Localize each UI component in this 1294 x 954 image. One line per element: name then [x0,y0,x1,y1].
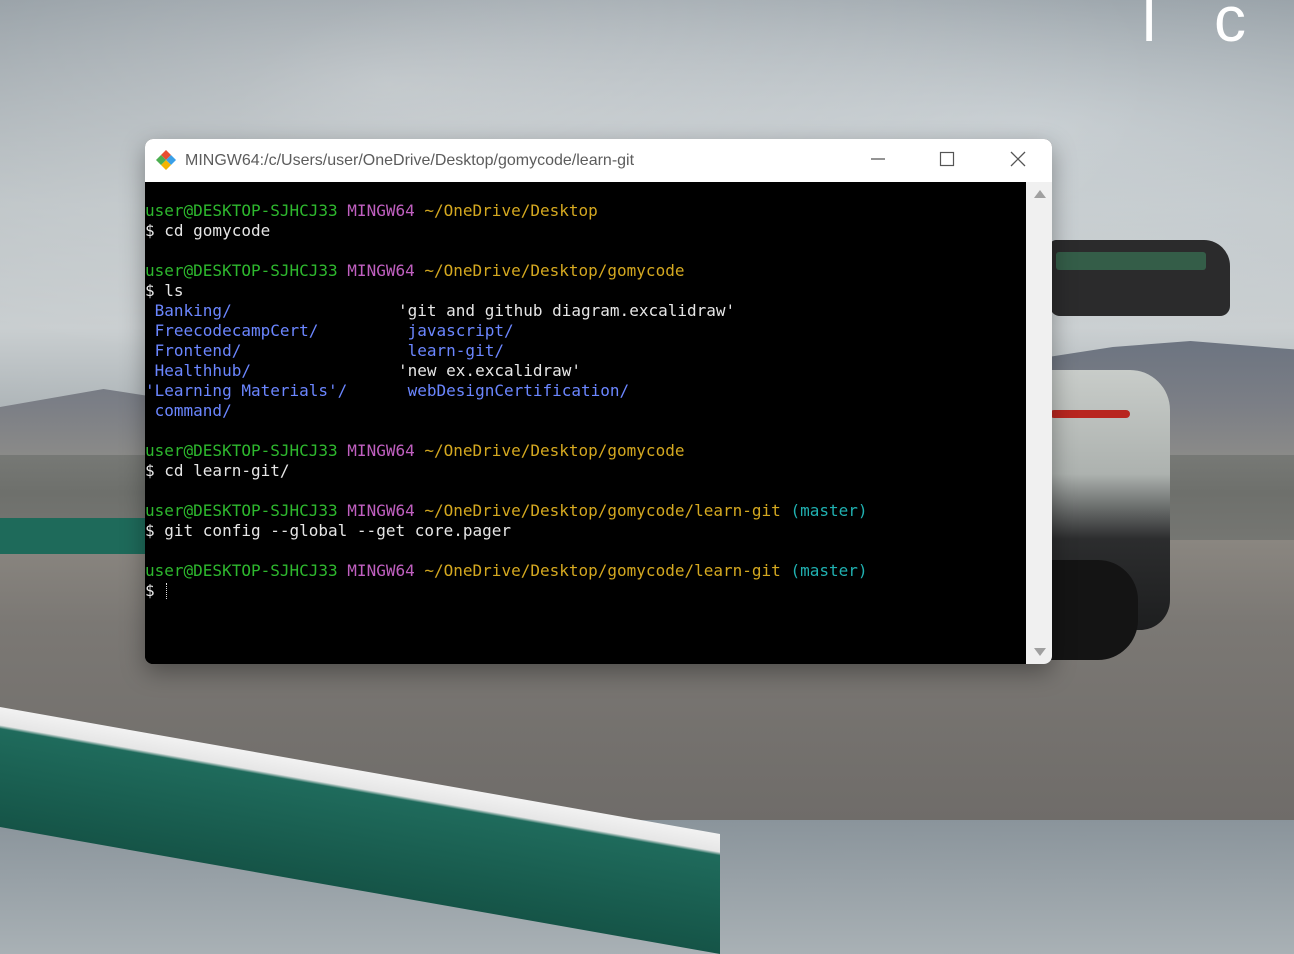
wallpaper-car [1050,240,1250,660]
ls-entry: FreecodecampCert/ [145,321,319,340]
ls-row: Frontend/ learn-git/ [145,341,868,361]
prompt-line: user@DESKTOP-SJHCJ33 MINGW64 ~/OneDrive/… [145,501,868,521]
prompt-line: user@DESKTOP-SJHCJ33 MINGW64 ~/OneDrive/… [145,201,868,221]
prompt-shell: MINGW64 [347,501,415,520]
command-line: $ cd gomycode [145,221,271,240]
wallpaper-curb [0,518,150,554]
ls-row: Banking/ 'git and github diagram.excalidr… [145,301,868,321]
car-taillight [1050,410,1130,418]
input-prompt: $ [145,581,165,600]
prompt-user: user@DESKTOP-SJHCJ33 [145,501,338,520]
ls-entry: Banking/ [145,301,232,320]
prompt-line: user@DESKTOP-SJHCJ33 MINGW64 ~/OneDrive/… [145,441,868,461]
prompt-path: ~/OneDrive/Desktop/gomycode [424,261,685,280]
prompt-path: ~/OneDrive/Desktop [424,201,598,220]
ls-entry: 'Learning Materials'/ [145,381,348,400]
ls-entry: Healthhub/ [145,361,251,380]
prompt-user: user@DESKTOP-SJHCJ33 [145,261,338,280]
prompt-path: ~/OneDrive/Desktop/gomycode/learn-git [424,561,781,580]
maximize-icon [939,151,955,171]
ls-row: 'Learning Materials'/ webDesignCertifica… [145,381,868,401]
ls-entry: Frontend/ [145,341,242,360]
ls-row: command/ [145,401,868,421]
car-wing [1050,240,1230,316]
terminal-window[interactable]: MINGW64:/c/Users/user/OneDrive/Desktop/g… [145,139,1052,664]
ls-entry: webDesignCertification/ [398,381,630,400]
prompt-user: user@DESKTOP-SJHCJ33 [145,201,338,220]
ls-entry: javascript/ [398,321,514,340]
input-line[interactable]: $ [145,581,868,601]
ls-entry: learn-git/ [398,341,504,360]
prompt-line: user@DESKTOP-SJHCJ33 MINGW64 ~/OneDrive/… [145,261,868,281]
minimize-button[interactable] [847,139,909,182]
command-line: $ ls [145,281,184,300]
command-line: $ cd learn-git/ [145,461,290,480]
ls-entry: command/ [145,401,232,420]
git-bash-icon [155,149,177,171]
prompt-shell: MINGW64 [347,441,415,460]
terminal-output[interactable]: user@DESKTOP-SJHCJ33 MINGW64 ~/OneDrive/… [145,182,1026,664]
ls-row: FreecodecampCert/ javascript/ [145,321,868,341]
prompt-line: user@DESKTOP-SJHCJ33 MINGW64 ~/OneDrive/… [145,561,868,581]
prompt-user: user@DESKTOP-SJHCJ33 [145,561,338,580]
vertical-scrollbar[interactable] [1026,182,1052,664]
window-title: MINGW64:/c/Users/user/OneDrive/Desktop/g… [185,152,635,169]
command-line: $ git config --global --get core.pager [145,521,512,540]
maximize-button[interactable] [916,139,978,182]
scroll-down-arrow-icon[interactable] [1034,648,1046,656]
prompt-shell: MINGW64 [347,201,415,220]
prompt-branch: (master) [790,501,868,520]
desktop-corner-text: l c [1142,0,1266,55]
minimize-icon [870,151,886,171]
close-icon [1009,150,1027,172]
prompt-user: user@DESKTOP-SJHCJ33 [145,441,338,460]
car-wing-decal [1056,252,1206,270]
scroll-up-arrow-icon[interactable] [1034,190,1046,198]
ls-row: Healthhub/ 'new ex.excalidraw' [145,361,868,381]
ls-entry: 'new ex.excalidraw' [398,361,582,380]
ls-entry: 'git and github diagram.excalidraw' [398,301,736,320]
prompt-path: ~/OneDrive/Desktop/gomycode [424,441,685,460]
title-bar[interactable]: MINGW64:/c/Users/user/OneDrive/Desktop/g… [145,139,1052,182]
prompt-shell: MINGW64 [347,261,415,280]
prompt-shell: MINGW64 [347,561,415,580]
car-wheel [1050,560,1138,660]
prompt-branch: (master) [790,561,868,580]
text-cursor [166,583,170,599]
prompt-path: ~/OneDrive/Desktop/gomycode/learn-git [424,501,781,520]
close-button[interactable] [987,139,1049,182]
